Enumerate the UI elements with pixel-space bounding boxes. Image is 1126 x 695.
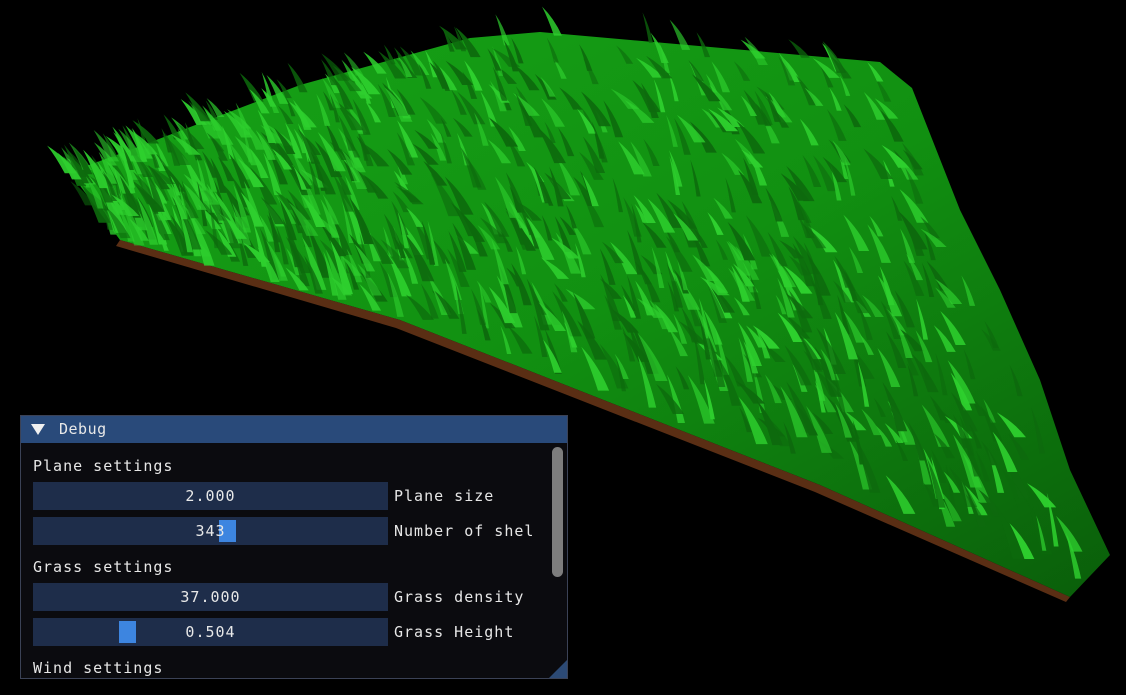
collapse-triangle-icon[interactable] <box>31 424 45 435</box>
number-of-shells-label: Number of shel <box>394 522 535 540</box>
number-of-shells-value: 343 <box>195 522 226 540</box>
grass-height-label: Grass Height <box>394 623 515 641</box>
section-label-wind-settings: Wind settings <box>33 659 164 677</box>
debug-window[interactable]: Debug Plane settings 2.000 Plane size 34… <box>20 415 568 679</box>
grass-blade <box>239 72 264 102</box>
section-label-grass-settings: Grass settings <box>33 558 174 576</box>
debug-window-title: Debug <box>59 420 107 438</box>
plane-size-slider[interactable]: 2.000 <box>33 482 388 510</box>
debug-window-content: Plane settings 2.000 Plane size 343 Numb… <box>21 443 547 678</box>
resize-grip-icon[interactable] <box>549 660 567 678</box>
grass-blade <box>642 12 654 43</box>
grass-blade <box>542 6 562 36</box>
grass-height-value: 0.504 <box>185 623 236 641</box>
plane-size-label: Plane size <box>394 487 495 505</box>
section-label-plane-settings: Plane settings <box>33 457 174 475</box>
vertical-scrollbar[interactable] <box>552 447 563 577</box>
grass-density-label: Grass density <box>394 588 525 606</box>
grass-density-slider[interactable]: 37.000 <box>33 583 388 611</box>
debug-window-title-bar[interactable]: Debug <box>21 416 567 443</box>
grass-density-value: 37.000 <box>180 588 241 606</box>
number-of-shells-slider[interactable]: 343 <box>33 517 388 545</box>
plane-size-value: 2.000 <box>185 487 236 505</box>
grass-height-slider[interactable]: 0.504 <box>33 618 388 646</box>
